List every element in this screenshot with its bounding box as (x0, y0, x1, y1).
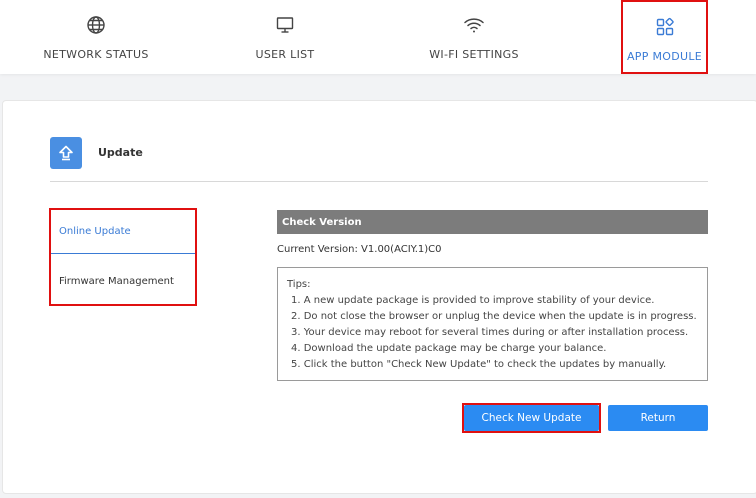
return-button[interactable]: Return (608, 405, 708, 431)
nav-app-module[interactable]: APP MODULE (621, 0, 708, 74)
apps-grid-icon (655, 16, 675, 38)
upload-arrow-icon (50, 137, 82, 169)
nav-wifi-settings[interactable]: WI-FI SETTINGS (428, 0, 520, 74)
nav-user-list[interactable]: USER LIST (250, 0, 320, 74)
tips-box: Tips: 1. A new update package is provide… (277, 267, 708, 381)
top-navigation: NETWORK STATUS USER LIST WI-FI SETTINGS (0, 0, 756, 74)
nav-network-status[interactable]: NETWORK STATUS (42, 0, 150, 74)
nav-label: USER LIST (255, 48, 315, 61)
tip-item: 5. Click the button "Check New Update" t… (291, 359, 667, 370)
page-title: Update (98, 146, 143, 159)
check-new-update-button[interactable]: Check New Update (464, 405, 599, 431)
monitor-icon (275, 14, 295, 36)
sidebar-item-online-update[interactable]: Online Update (51, 210, 195, 254)
check-version-header: Check Version (277, 210, 708, 234)
current-version-text: Current Version: V1.00(ACIY.1)C0 (277, 244, 442, 255)
divider (50, 181, 708, 182)
wifi-icon (463, 14, 485, 36)
nav-label: NETWORK STATUS (43, 48, 149, 61)
sidebar-item-firmware-management[interactable]: Firmware Management (51, 262, 195, 300)
nav-label: WI-FI SETTINGS (429, 48, 519, 61)
tips-heading: Tips: (287, 279, 311, 290)
tip-item: 1. A new update package is provided to i… (291, 295, 655, 306)
tip-item: 3. Your device may reboot for several ti… (291, 327, 689, 338)
nav-label: APP MODULE (626, 50, 703, 63)
globe-icon (86, 14, 106, 36)
tip-item: 2. Do not close the browser or unplug th… (291, 311, 697, 322)
sidebar-menu: Online Update Firmware Management (49, 208, 197, 306)
tip-item: 4. Download the update package may be ch… (291, 343, 607, 354)
